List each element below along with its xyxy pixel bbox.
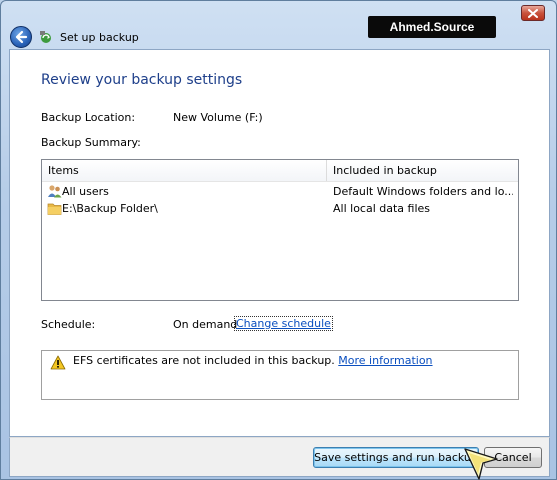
save-and-run-button[interactable]: Save settings and run backup bbox=[313, 447, 479, 468]
users-icon bbox=[48, 185, 62, 198]
watermark-label: Ahmed.Source bbox=[368, 16, 496, 38]
row-item-name: E:\Backup Folder\ bbox=[62, 202, 158, 215]
efs-notice-box: EFS certificates are not included in thi… bbox=[41, 350, 519, 400]
wizard-content: Review your backup settings Backup Locat… bbox=[9, 49, 550, 437]
mouse-pointer-icon bbox=[464, 448, 498, 480]
folder-icon bbox=[47, 203, 62, 215]
row-included-value: All local data files bbox=[333, 202, 431, 215]
list-row[interactable]: All users Default Windows folders and lo… bbox=[42, 183, 518, 200]
column-header-items[interactable]: Items bbox=[42, 160, 326, 181]
list-row[interactable]: E:\Backup Folder\ All local data files bbox=[42, 200, 518, 217]
efs-notice-message: EFS certificates are not included in thi… bbox=[73, 354, 335, 367]
backup-summary-list[interactable]: Items Included in backup All users Defau… bbox=[41, 159, 519, 301]
list-header: Items Included in backup bbox=[42, 160, 518, 182]
column-header-included[interactable]: Included in backup bbox=[327, 160, 517, 181]
backup-app-icon bbox=[40, 31, 51, 43]
more-information-link[interactable]: More information bbox=[338, 354, 432, 367]
schedule-label: Schedule: bbox=[41, 318, 96, 331]
window-frame: Set up backup Ahmed.Source Review your b… bbox=[0, 0, 557, 480]
row-included-value: Default Windows folders and lo... bbox=[333, 185, 513, 198]
window-title: Set up backup bbox=[60, 31, 139, 44]
warning-icon bbox=[50, 355, 66, 370]
page-heading: Review your backup settings bbox=[41, 72, 243, 88]
change-schedule-link[interactable]: Change schedule bbox=[234, 316, 333, 331]
backup-location-value: New Volume (F:) bbox=[173, 111, 263, 124]
title-bar: Set up backup Ahmed.Source bbox=[1, 1, 557, 48]
backup-location-label: Backup Location: bbox=[41, 111, 136, 124]
back-button[interactable] bbox=[10, 26, 32, 48]
close-button[interactable] bbox=[521, 5, 545, 21]
back-arrow-icon bbox=[15, 30, 28, 44]
backup-summary-label: Backup Summary: bbox=[41, 136, 141, 149]
efs-notice-text: EFS certificates are not included in thi… bbox=[73, 354, 433, 367]
schedule-value: On demand bbox=[173, 318, 238, 331]
close-icon bbox=[528, 8, 538, 18]
row-item-name: All users bbox=[62, 185, 109, 198]
